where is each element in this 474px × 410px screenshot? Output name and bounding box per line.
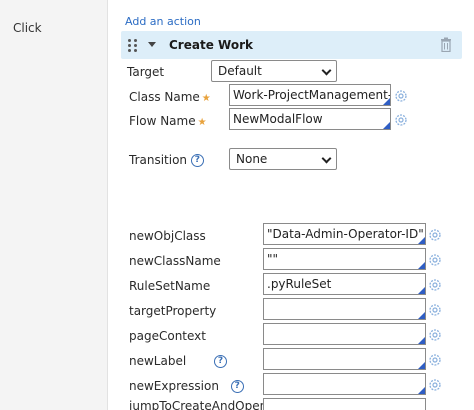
gear-icon[interactable]	[428, 278, 442, 292]
help-icon[interactable]: ?	[190, 154, 204, 167]
gear-icon[interactable]	[428, 228, 442, 242]
param-input-jumptocreateandopen[interactable]	[263, 398, 426, 410]
chevron-down-icon[interactable]	[148, 42, 156, 47]
param-value: ""	[267, 252, 279, 266]
autocomplete-corner-icon	[383, 98, 390, 105]
gear-icon[interactable]	[428, 378, 442, 392]
event-column: Click	[0, 0, 108, 410]
chevron-down-icon	[321, 65, 332, 76]
autocomplete-corner-icon	[418, 262, 425, 269]
gear-icon[interactable]	[428, 353, 442, 367]
param-value: .pyRuleSet	[267, 277, 332, 291]
class-name-label: Class Name ★	[129, 90, 211, 104]
param-input-newclassname[interactable]: ""	[263, 248, 426, 270]
autocomplete-corner-icon	[418, 362, 425, 369]
action-header[interactable]: Create Work	[121, 31, 462, 59]
required-icon: ★	[197, 117, 207, 128]
gear-icon[interactable]	[428, 253, 442, 267]
param-label-newexpression: newExpression ?	[129, 379, 244, 393]
target-label: Target	[127, 65, 165, 79]
param-input-newobjclass[interactable]: "Data-Admin-Operator-ID"	[263, 223, 426, 245]
autocomplete-corner-icon	[418, 287, 425, 294]
action-title: Create Work	[169, 38, 253, 52]
flow-name-input[interactable]: NewModalFlow	[229, 108, 391, 130]
chevron-down-icon	[321, 153, 332, 164]
action-panel: Add an action Create Work Target Default	[108, 0, 474, 410]
flow-name-value: NewModalFlow	[233, 112, 323, 126]
drag-handle-icon[interactable]	[128, 39, 138, 52]
param-value: "Data-Admin-Operator-ID"	[267, 227, 424, 241]
param-input-rulesetname[interactable]: .pyRuleSet	[263, 273, 426, 295]
param-label-targetproperty: targetProperty	[129, 304, 217, 318]
target-value: Default	[218, 64, 262, 78]
autocomplete-corner-icon	[418, 337, 425, 344]
autocomplete-corner-icon	[418, 387, 425, 394]
class-name-input[interactable]: Work-ProjectManagement-Ne	[229, 84, 391, 106]
flow-name-label: Flow Name ★	[129, 114, 207, 128]
autocomplete-corner-icon	[383, 122, 390, 129]
required-icon: ★	[201, 93, 211, 104]
add-action-link[interactable]: Add an action	[125, 15, 201, 28]
param-label-rulesetname: RuleSetName	[129, 279, 211, 293]
param-label-jumptocreateandopen: jumpToCreateAndOpen	[129, 399, 268, 410]
autocomplete-corner-icon	[418, 237, 425, 244]
transition-label: Transition ?	[129, 153, 204, 167]
param-input-targetproperty[interactable]	[263, 298, 426, 320]
param-label-text: newExpression	[129, 379, 219, 393]
gear-icon[interactable]	[394, 89, 408, 103]
param-label-text: newLabel	[129, 354, 187, 368]
param-label-newobjclass: newObjClass	[129, 229, 206, 243]
flow-name-label-text: Flow Name	[129, 114, 196, 128]
class-name-value: Work-ProjectManagement-Ne	[233, 88, 391, 102]
target-select[interactable]: Default	[211, 60, 337, 82]
param-label-newlabel: newLabel ?	[129, 354, 228, 368]
param-label-newclassname: newClassName	[129, 254, 221, 268]
param-label-pagecontext: pageContext	[129, 329, 206, 343]
trash-icon[interactable]	[440, 37, 452, 52]
gear-icon[interactable]	[428, 328, 442, 342]
transition-value: None	[236, 152, 268, 166]
param-input-newlabel[interactable]	[263, 348, 426, 370]
help-icon[interactable]: ?	[230, 380, 244, 393]
param-input-newexpression[interactable]	[263, 373, 426, 395]
page: Click Add an action Create Work Target D…	[0, 0, 474, 410]
param-input-pagecontext[interactable]	[263, 323, 426, 345]
transition-select[interactable]: None	[229, 148, 337, 170]
gear-icon[interactable]	[394, 113, 408, 127]
transition-label-text: Transition	[129, 153, 188, 167]
class-name-label-text: Class Name	[129, 90, 200, 104]
gear-icon[interactable]	[428, 303, 442, 317]
event-label: Click	[13, 21, 42, 35]
help-icon[interactable]: ?	[214, 355, 228, 368]
autocomplete-corner-icon	[418, 312, 425, 319]
